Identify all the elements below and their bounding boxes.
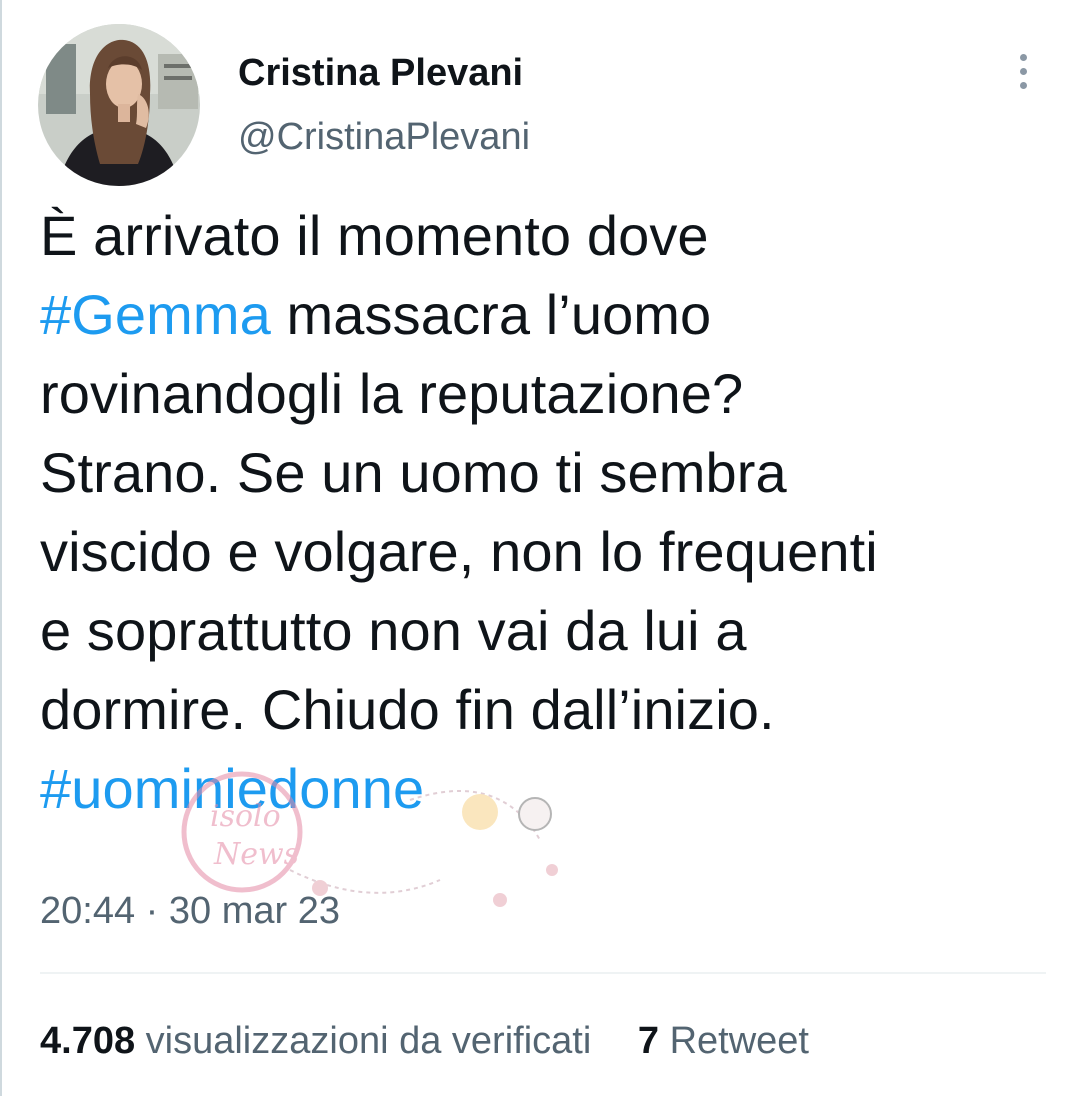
tweet-timestamp[interactable]: 20:44 · 30 mar 23 [40,888,340,934]
retweets-label: Retweet [669,1020,809,1062]
profile-photo-icon [38,24,200,186]
tweet-text-line: rovinandogli la reputazione? [40,354,1060,433]
tweet-text-segment: viscido e volgare, non lo frequenti [40,520,878,583]
author-display-name[interactable]: Cristina Plevani [238,50,523,96]
views-label: visualizzazioni da verificati [145,1020,592,1062]
tweet-text-segment: e soprattutto non vai da lui a [40,599,747,662]
author-handle[interactable]: @CristinaPlevani [238,114,530,160]
tweet-text-line: Strano. Se un uomo ti sembra [40,433,1060,512]
retweets-count: 7 [637,1020,659,1062]
views-stat[interactable]: 4.708 visualizzazioni da verificati [40,1018,591,1064]
tweet-date: 30 mar 23 [168,890,340,932]
timestamp-separator: · [145,890,159,932]
tweet-text-line: #Gemma massacra l’uomo [40,275,1060,354]
hashtag-link[interactable]: #uominiedonne [40,757,424,820]
tweet-text-line: È arrivato il momento dove [40,196,1060,275]
more-options-button[interactable] [1002,48,1044,94]
avatar[interactable] [38,24,200,186]
tweet-text-segment: dormire. Chiudo fin dall’inizio. [40,678,775,741]
vertical-ellipsis-icon [1019,81,1027,89]
tweet-text-line: #uominiedonne [40,749,1060,828]
vertical-ellipsis-icon [1019,53,1027,61]
tweet-text-segment: massacra l’uomo [270,283,712,346]
vertical-ellipsis-icon [1019,67,1027,75]
tweet-text-line: viscido e volgare, non lo frequenti [40,512,1060,591]
divider [40,972,1046,974]
tweet-text: È arrivato il momento dove #Gemma massacr… [40,196,1060,828]
tweet-card: Cristina Plevani @CristinaPlevani È arri… [0,0,1080,1096]
svg-text:News: News [213,837,299,872]
views-count: 4.708 [40,1020,136,1062]
tweet-text-line: e soprattutto non vai da lui a [40,591,1060,670]
tweet-text-segment: rovinandogli la reputazione? [40,362,744,425]
tweet-stats: 4.708 visualizzazioni da verificati 7 Re… [40,1018,809,1064]
tweet-text-segment: È arrivato il momento dove [40,204,709,267]
tweet-text-segment: Strano. Se un uomo ti sembra [40,441,787,504]
tweet-time: 20:44 [40,890,136,932]
tweet-text-line: dormire. Chiudo fin dall’inizio. [40,670,1060,749]
hashtag-link[interactable]: #Gemma [40,283,271,346]
retweets-stat[interactable]: 7 Retweet [638,1018,809,1064]
